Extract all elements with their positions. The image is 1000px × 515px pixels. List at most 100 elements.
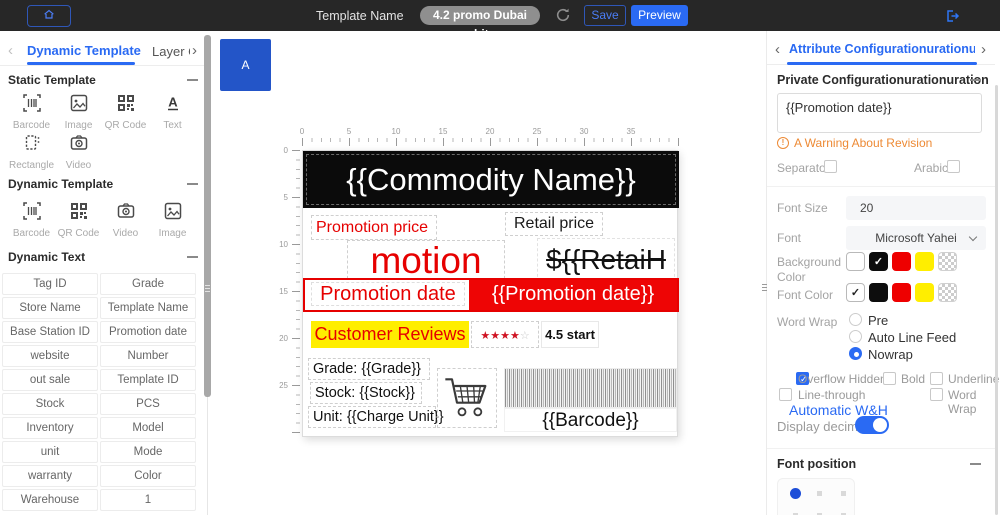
word-wrap-pre-label[interactable]: Pre — [868, 313, 888, 328]
promotion-date-label-element[interactable]: Promotion date — [311, 282, 465, 306]
star-rating-element[interactable] — [471, 321, 539, 348]
label-design[interactable]: {{Commodity Name}} Promotion price Retai… — [302, 150, 678, 437]
word-wrap-pre-radio[interactable] — [849, 313, 862, 326]
bold-label[interactable]: Bold — [901, 372, 925, 386]
static-qrcode-tool[interactable]: QR Code — [102, 93, 149, 131]
template-name-input[interactable]: 4.2 promo Dubai white — [420, 6, 540, 25]
promotion-date-band[interactable]: Promotion date {{Promotion date}} — [303, 278, 679, 312]
swatch-white[interactable] — [846, 252, 865, 271]
field-chip[interactable]: Mode — [100, 441, 196, 463]
swatch-black[interactable] — [869, 283, 888, 302]
font-position-top-left-selected[interactable] — [790, 488, 801, 499]
field-chip[interactable]: Color — [100, 465, 196, 487]
retail-price-label-element[interactable]: Retail price — [505, 212, 603, 236]
field-chip[interactable]: Store Name — [2, 297, 98, 319]
tab-layer-control[interactable]: Layer Co — [152, 44, 190, 59]
collapse-dynamic-icon[interactable] — [187, 183, 198, 185]
field-chip[interactable]: Grade — [100, 273, 196, 295]
retail-price-value-element[interactable]: ${{RetaiH — [537, 238, 675, 282]
promotion-price-label-element[interactable]: Promotion price — [311, 215, 437, 240]
promotion-date-value-element[interactable]: {{Promotion date}} — [469, 280, 677, 310]
chevron-right-icon[interactable]: › — [192, 41, 197, 61]
chevron-left-icon[interactable]: ‹ — [8, 41, 13, 61]
field-chip[interactable]: Promotion date — [100, 321, 196, 343]
swatch-transparent[interactable] — [938, 252, 957, 271]
right-scrollbar[interactable] — [995, 85, 998, 515]
field-chip[interactable]: Template ID — [100, 369, 196, 391]
logout-icon[interactable] — [944, 8, 960, 24]
static-rectangle-tool[interactable]: Rectangle — [8, 133, 55, 171]
chevron-left-icon[interactable]: ‹ — [775, 40, 780, 60]
swatch-red[interactable] — [892, 283, 911, 302]
underline-checkbox[interactable] — [930, 372, 943, 385]
collapse-static-icon[interactable] — [187, 79, 198, 81]
bold-checkbox[interactable] — [883, 372, 896, 385]
static-video-tool[interactable]: Video — [55, 133, 102, 171]
field-chip[interactable]: Warehouse — [2, 489, 98, 511]
customer-reviews-element[interactable]: Customer Reviews — [311, 321, 469, 348]
word-wrap-autolinefeed-radio[interactable] — [849, 330, 862, 343]
page-badge[interactable]: A — [220, 39, 271, 91]
rating-text-element[interactable]: 4.5 start — [541, 321, 599, 348]
field-chip[interactable]: Template Name — [100, 297, 196, 319]
grade-element[interactable]: Grade: {{Grade}} — [308, 358, 430, 380]
static-image-tool[interactable]: Image — [55, 93, 102, 131]
word-wrap-autolinefeed-label[interactable]: Auto Line Feed — [868, 330, 956, 345]
unit-element[interactable]: Unit: {{Charge Unit}} — [308, 406, 436, 428]
field-chip[interactable]: warranty — [2, 465, 98, 487]
field-chip[interactable]: 1 — [100, 489, 196, 511]
save-button[interactable]: Save — [584, 5, 626, 26]
dynamic-qrcode-tool[interactable]: QR Code — [55, 201, 102, 239]
swatch-transparent[interactable] — [938, 283, 957, 302]
commodity-name-element[interactable]: {{Commodity Name}} — [303, 151, 679, 208]
underline-label[interactable]: Underline — [948, 372, 999, 386]
barcode-stripes[interactable] — [504, 368, 677, 408]
chevron-right-icon[interactable]: › — [981, 40, 986, 60]
collapse-font-position-icon[interactable] — [970, 463, 981, 465]
field-chip[interactable]: Inventory — [2, 417, 98, 439]
field-chip[interactable]: out sale — [2, 369, 98, 391]
canvas-area[interactable]: A 0 5 10 15 20 25 30 35 0 5 10 15 20 25 … — [211, 31, 766, 515]
dynamic-video-tool[interactable]: Video — [102, 201, 149, 239]
field-chip[interactable]: website — [2, 345, 98, 367]
separator-checkbox[interactable] — [824, 160, 837, 173]
refresh-icon[interactable] — [555, 7, 572, 24]
word-wrap-nowrap-label[interactable]: Nowrap — [868, 347, 913, 362]
swatch-black-selected[interactable] — [869, 252, 888, 271]
field-chip[interactable]: Number — [100, 345, 196, 367]
collapse-text-icon[interactable] — [187, 256, 198, 258]
tab-dynamic-template[interactable]: Dynamic Template — [27, 43, 141, 58]
cart-element[interactable] — [437, 368, 497, 428]
overflow-hidden-label[interactable]: Overflow Hidden — [798, 372, 887, 386]
tab-attribute-configuration[interactable]: Attribute Configurationurationuration — [789, 42, 975, 56]
dynamic-barcode-tool[interactable]: Barcode — [8, 201, 55, 239]
static-text-tool[interactable]: A Text — [149, 93, 196, 131]
value-textarea[interactable]: {{Promotion date}} — [777, 93, 982, 133]
collapse-private-icon[interactable] — [970, 79, 981, 81]
home-button[interactable] — [27, 5, 71, 27]
field-chip[interactable]: Stock — [2, 393, 98, 415]
dynamic-image-tool[interactable]: Image — [149, 201, 196, 239]
line-through-checkbox[interactable] — [779, 388, 792, 401]
preview-button[interactable]: Preview — [631, 5, 688, 26]
swatch-white-selected[interactable] — [846, 283, 865, 302]
field-chip[interactable]: Tag ID — [2, 273, 98, 295]
line-through-label[interactable]: Line-through — [798, 388, 865, 402]
font-position-top-right[interactable] — [841, 491, 846, 496]
swatch-yellow[interactable] — [915, 283, 934, 302]
swatch-yellow[interactable] — [915, 252, 934, 271]
stock-element[interactable]: Stock: {{Stock}} — [310, 382, 422, 404]
arabic-checkbox[interactable] — [947, 160, 960, 173]
barcode-text-element[interactable]: {{Barcode}} — [504, 408, 677, 432]
word-wrap-nowrap-radio[interactable] — [849, 347, 862, 360]
field-chip[interactable]: unit — [2, 441, 98, 463]
display-decimal-toggle[interactable] — [855, 416, 889, 434]
field-chip[interactable]: Model — [100, 417, 196, 439]
swatch-red[interactable] — [892, 252, 911, 271]
word-wrap-checkbox-label[interactable]: Word Wrap — [948, 388, 995, 416]
font-size-input[interactable]: 20 — [846, 196, 986, 220]
static-barcode-tool[interactable]: Barcode — [8, 93, 55, 131]
field-chip[interactable]: Base Station ID — [2, 321, 98, 343]
field-chip[interactable]: PCS — [100, 393, 196, 415]
word-wrap-checkbox[interactable] — [930, 388, 943, 401]
